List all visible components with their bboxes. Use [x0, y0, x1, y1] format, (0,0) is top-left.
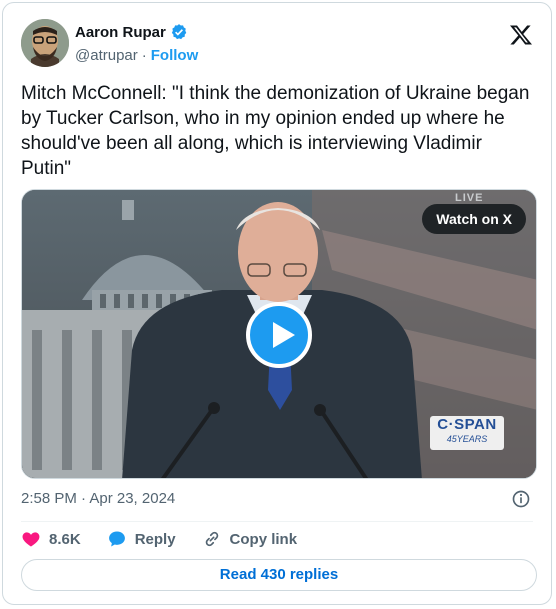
- author-name[interactable]: Aaron Rupar: [75, 24, 166, 41]
- follow-button[interactable]: Follow: [151, 47, 199, 64]
- like-count: 8.6K: [49, 530, 81, 548]
- watch-on-x-button[interactable]: Watch on X: [422, 204, 526, 234]
- tweet-card: Aaron Rupar @atrupar · Follow Mitch McCo…: [2, 2, 552, 605]
- author-handle[interactable]: @atrupar: [75, 47, 138, 64]
- x-logo-icon[interactable]: [509, 23, 533, 47]
- tweet-timestamp[interactable]: 2:58 PM · Apr 23, 2024: [21, 490, 175, 507]
- copy-link-button[interactable]: Copy link: [202, 529, 298, 549]
- divider: [21, 521, 533, 522]
- avatar[interactable]: [21, 19, 69, 67]
- verified-badge-icon: [171, 24, 187, 40]
- reply-bubble-icon: [108, 531, 125, 547]
- video-player[interactable]: LIVE Watch on X C·SPAN 45YEARS: [21, 189, 537, 479]
- link-icon: [205, 531, 218, 547]
- read-replies-button[interactable]: Read 430 replies: [21, 559, 537, 591]
- cspan-logo: C·SPAN 45YEARS: [430, 416, 504, 450]
- play-button[interactable]: [246, 302, 312, 368]
- reply-label: Reply: [134, 530, 176, 548]
- separator-dot: ·: [141, 47, 147, 64]
- cspan-tagline: 45YEARS: [446, 434, 488, 444]
- copy-link-label: Copy link: [229, 530, 298, 548]
- cspan-logo-text: C·SPAN: [437, 416, 497, 433]
- tweet-text: Mitch McConnell: "I think the demonizati…: [21, 83, 530, 179]
- info-icon[interactable]: [511, 489, 531, 509]
- like-button[interactable]: 8.6K: [21, 529, 81, 549]
- heart-icon: [22, 532, 40, 547]
- reply-button[interactable]: Reply: [107, 529, 176, 549]
- live-overlay: LIVE: [455, 192, 484, 204]
